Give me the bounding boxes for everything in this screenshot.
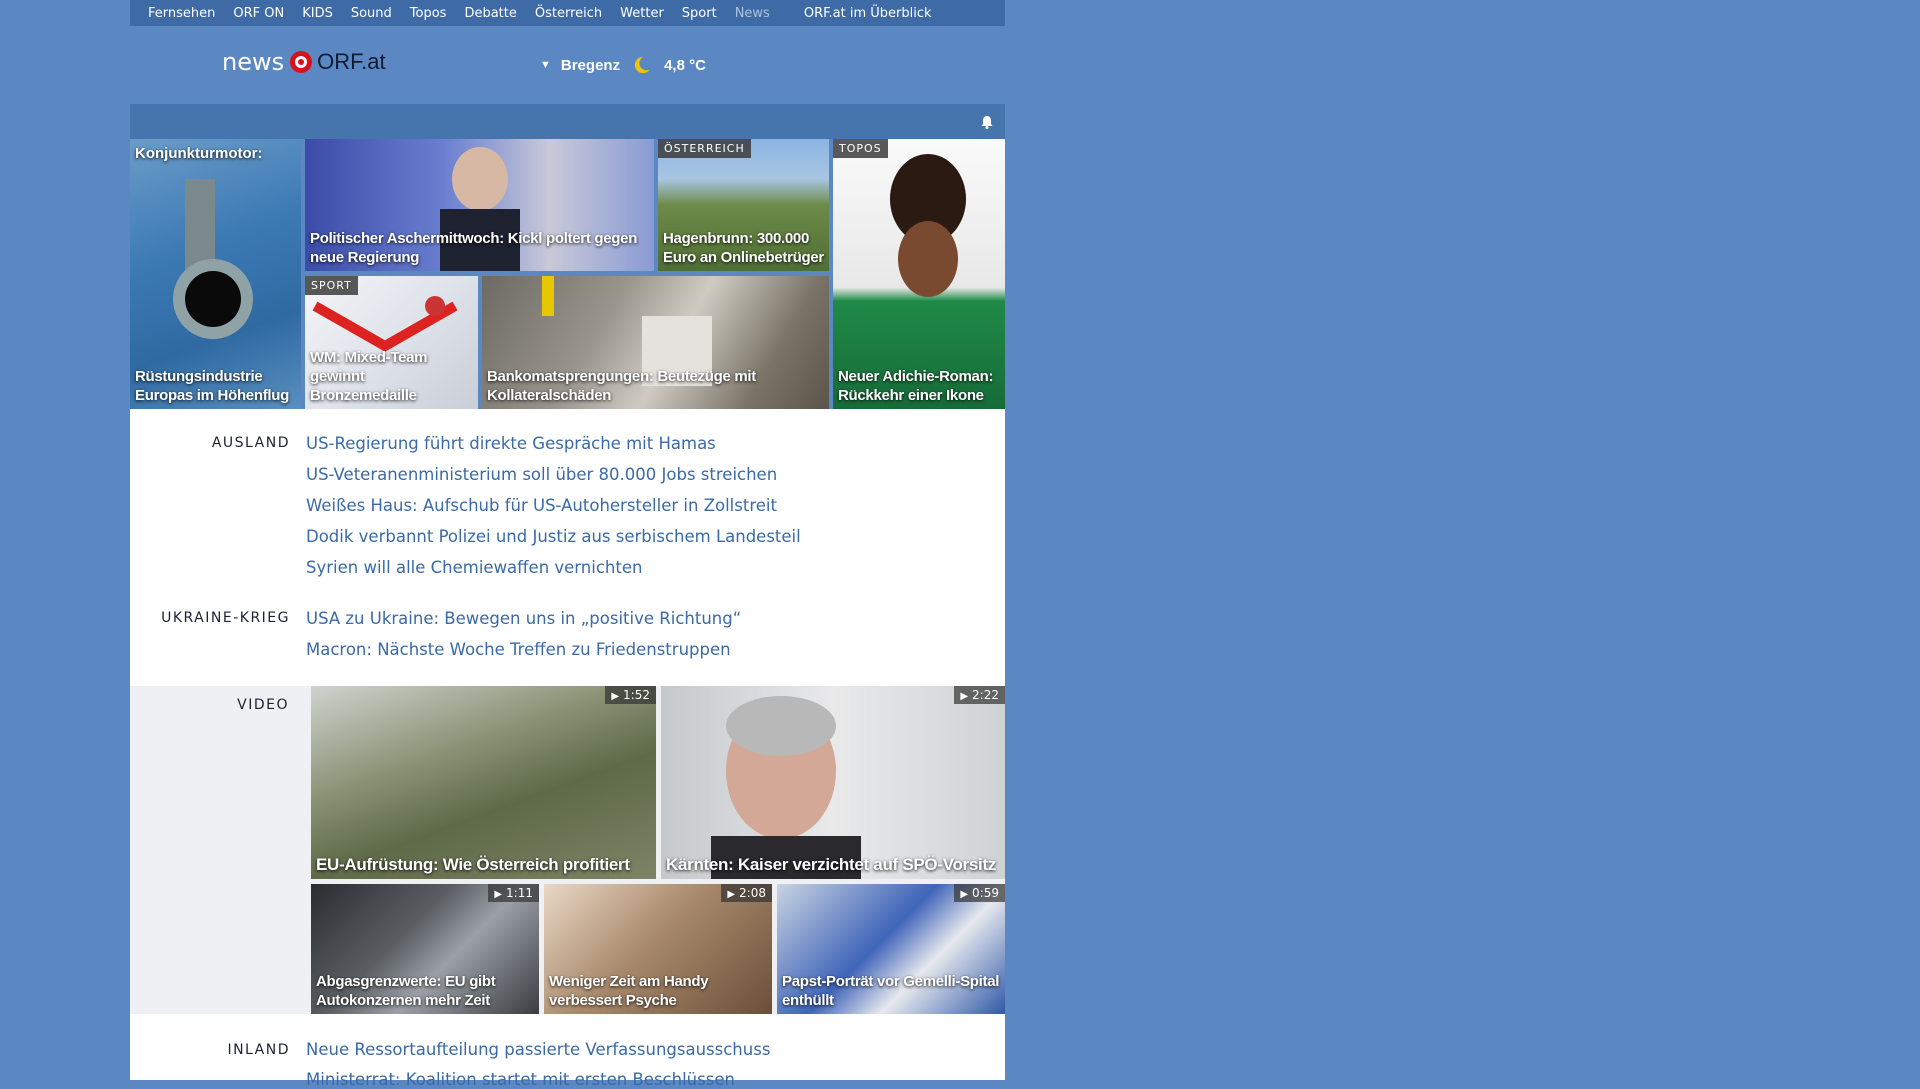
logo-brand-text: ORF.at [317, 49, 386, 74]
weather-location[interactable]: Bregenz [561, 57, 620, 74]
video-caption: EU-Aufrüstung: Wie Österreich profitiert [316, 855, 630, 874]
nav-orf-on[interactable]: ORF ON [233, 6, 284, 21]
location-dropdown-icon[interactable]: ▼ [540, 59, 551, 71]
nav-oesterreich[interactable]: Österreich [535, 6, 602, 21]
news-orf-logo[interactable]: news ORF.at [222, 48, 386, 76]
video-tile[interactable]: 2:22 Kärnten: Kaiser verzichtet auf SPÖ-… [661, 686, 1005, 879]
category-badge: ÖSTERREICH [658, 139, 751, 158]
video-duration: 1:11 [488, 884, 539, 902]
video-tile[interactable]: 1:11 Abgasgrenzwerte: EU gibt Autokonzer… [311, 884, 539, 1014]
nav-kids[interactable]: KIDS [302, 6, 333, 21]
story-link[interactable]: Syrien will alle Chemiewaffen vernichten [306, 558, 642, 577]
hero-caption: Neuer Adichie-Roman: Rückkehr einer Ikon… [838, 368, 994, 404]
hero-caption: WM: Mixed-Team gewinnt Bronzemedaille [310, 349, 428, 404]
moon-icon [634, 56, 653, 74]
category-badge: TOPOS [833, 139, 888, 158]
hero-tile-skisprung[interactable]: SPORT WM: Mixed-Team gewinnt Bronzemedai… [305, 276, 478, 409]
hero-tile-adichie[interactable]: TOPOS Neuer Adichie-Roman: Rückkehr eine… [833, 139, 1005, 409]
hero-tile-bankomat[interactable]: Bankomatsprengungen: Beutezüge mit Kolla… [482, 276, 829, 409]
section-label-video: VIDEO [237, 697, 289, 713]
section-label-inland: INLAND [227, 1042, 290, 1058]
alert-band [130, 104, 1005, 139]
portrait-image [711, 696, 861, 879]
hero-caption: Bankomatsprengungen: Beutezüge mit Kolla… [487, 368, 756, 404]
hero-tile-hagenbrunn[interactable]: ÖSTERREICH Hagenbrunn: 300.000 Euro an O… [658, 139, 829, 271]
video-caption: Kärnten: Kaiser verzichtet auf SPÖ-Vorsi… [666, 855, 997, 874]
nav-sport[interactable]: Sport [682, 6, 717, 21]
story-link[interactable]: USA zu Ukraine: Bewegen uns in „positive… [306, 609, 741, 628]
hero-caption: Politischer Aschermittwoch: Kickl polter… [310, 230, 638, 266]
video-tile[interactable]: 2:08 Weniger Zeit am Handy verbessert Ps… [544, 884, 772, 1014]
nav-wetter[interactable]: Wetter [620, 6, 664, 21]
video-caption: Abgasgrenzwerte: EU gibt Autokonzernen m… [316, 973, 496, 1009]
section-label-ausland: AUSLAND [211, 435, 290, 451]
section-label-ukraine: UKRAINE-KRIEG [161, 610, 290, 626]
video-duration: 1:52 [605, 686, 656, 704]
page-column: Fernsehen ORF ON KIDS Sound Topos Debatt… [130, 0, 1005, 1089]
nav-debatte[interactable]: Debatte [464, 6, 516, 21]
video-caption: Weniger Zeit am Handy verbessert Psyche [549, 973, 709, 1009]
hero-tile-kickl[interactable]: Politischer Aschermittwoch: Kickl polter… [305, 139, 654, 271]
video-duration: 0:59 [954, 884, 1005, 902]
weather-widget[interactable]: ▼ Bregenz 4,8 °C [540, 56, 706, 74]
category-badge: SPORT [305, 276, 358, 295]
nav-topos[interactable]: Topos [410, 6, 447, 21]
nav-fernsehen[interactable]: Fernsehen [148, 6, 215, 21]
story-link[interactable]: Dodik verbannt Polizei und Justiz aus se… [306, 527, 801, 546]
news-content: AUSLAND US-Regierung führt direkte Gespr… [130, 409, 1005, 1089]
weather-temperature: 4,8 °C [664, 56, 706, 74]
story-link[interactable]: Macron: Nächste Woche Treffen zu Frieden… [306, 640, 731, 659]
video-tile[interactable]: 1:52 EU-Aufrüstung: Wie Österreich profi… [311, 686, 656, 879]
nav-sound[interactable]: Sound [351, 6, 392, 21]
hero-caption: Hagenbrunn: 300.000 Euro an Onlinebetrüg… [663, 230, 824, 266]
video-duration: 2:08 [721, 884, 772, 902]
video-duration: 2:22 [954, 686, 1005, 704]
video-caption: Papst-Porträt vor Gemelli-Spital enthüll… [782, 973, 1000, 1009]
nav-news[interactable]: News [735, 6, 770, 21]
site-header: news ORF.at ▼ Bregenz 4,8 °C [130, 26, 1005, 104]
video-tile[interactable]: 0:59 Papst-Porträt vor Gemelli-Spital en… [777, 884, 1005, 1014]
hero-caption-top: Konjunkturmotor: [135, 145, 263, 162]
story-link[interactable]: Weißes Haus: Aufschub für US-Autoherstel… [306, 496, 777, 515]
top-navigation: Fernsehen ORF ON KIDS Sound Topos Debatt… [130, 0, 1005, 26]
story-link[interactable]: Neue Ressortaufteilung passierte Verfass… [306, 1040, 770, 1059]
video-section: VIDEO 1:52 EU-Aufrüstung: Wie Österreich… [130, 686, 1005, 1014]
story-link[interactable]: US-Regierung führt direkte Gespräche mit… [306, 434, 716, 453]
logo-news-text: news [222, 48, 285, 76]
hero-tile-ruestung[interactable]: Konjunkturmotor: Rüstungsindustrie Europ… [130, 139, 301, 409]
nav-overview-link[interactable]: ORF.at im Überblick [804, 6, 932, 21]
hero-caption: Rüstungsindustrie Europas im Höhenflug [135, 368, 290, 404]
story-link[interactable]: US-Veteranenministerium soll über 80.000… [306, 465, 777, 484]
orf-eye-icon [290, 51, 313, 73]
bell-icon[interactable] [979, 114, 995, 130]
